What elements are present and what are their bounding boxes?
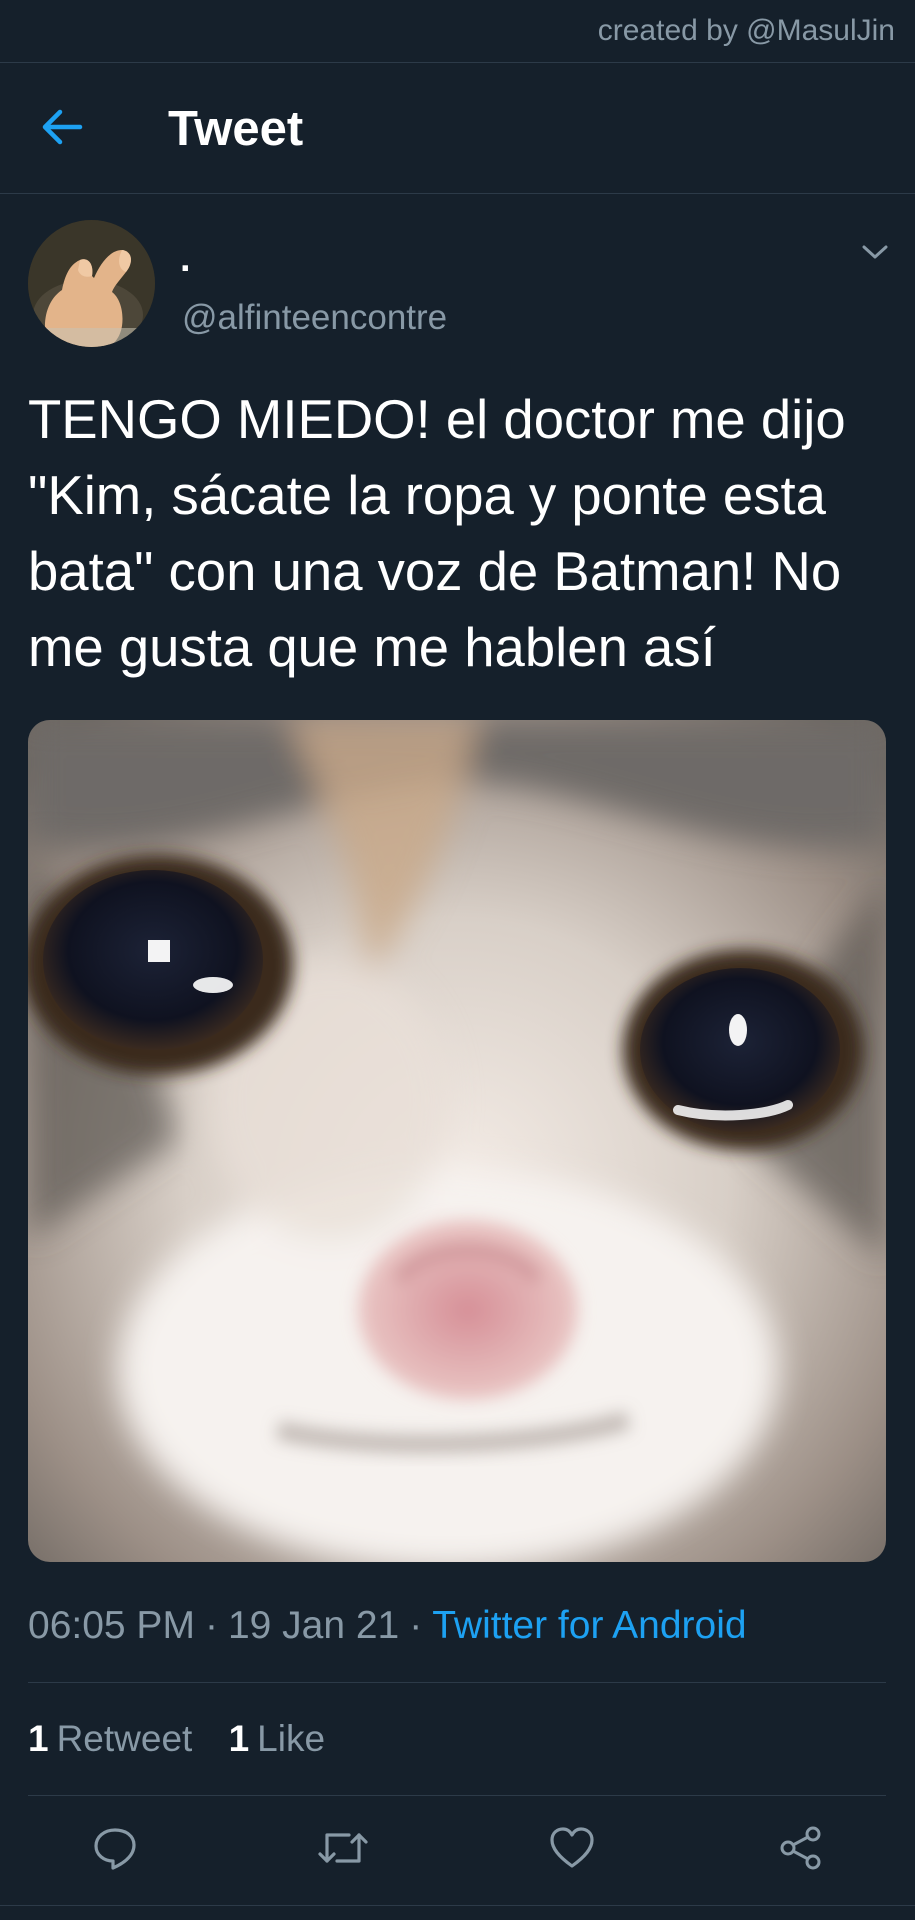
display-name[interactable]: . <box>180 238 191 281</box>
retweet-icon <box>317 1825 369 1876</box>
separator: · <box>409 1604 423 1647</box>
tweet-date: 19 Jan 21 <box>227 1604 400 1647</box>
watermark-text: created by @MasulJin <box>597 14 895 47</box>
action-bar <box>0 1810 915 1890</box>
page-title: Tweet <box>168 102 304 156</box>
avatar[interactable] <box>28 220 155 347</box>
tweet-stats: 1 Retweet 1 Like <box>28 1718 351 1760</box>
arrow-left-icon <box>40 107 84 152</box>
reply-button[interactable] <box>83 1818 147 1882</box>
share-icon <box>778 1825 824 1876</box>
tweet-text: TENGO MIEDO! el doctor me dijo "Kim, sác… <box>28 389 861 678</box>
tweet-image[interactable] <box>28 720 886 1562</box>
retweet-button[interactable] <box>311 1818 375 1882</box>
tweet-source-link[interactable]: Twitter for Android <box>432 1604 746 1647</box>
share-button[interactable] <box>769 1818 833 1882</box>
divider <box>28 1682 886 1683</box>
tweet-time: 06:05 PM <box>28 1604 195 1647</box>
like-button[interactable] <box>540 1818 604 1882</box>
watermark-bar: created by @MasulJin <box>0 0 915 63</box>
back-button[interactable] <box>32 99 92 159</box>
like-count[interactable]: 1 Like <box>229 1718 325 1759</box>
retweet-count[interactable]: 1 Retweet <box>28 1718 192 1759</box>
user-handle[interactable]: @alfinteencontre <box>182 298 447 338</box>
divider <box>28 1795 886 1796</box>
divider <box>0 1905 915 1906</box>
tweet-meta: 06:05 PM · 19 Jan 21 · Twitter for Android <box>28 1604 747 1648</box>
tweet-options-button[interactable] <box>855 236 895 272</box>
like-icon <box>548 1826 596 1875</box>
separator: · <box>204 1604 218 1647</box>
reply-icon <box>92 1825 138 1876</box>
top-app-bar: Tweet <box>0 63 915 194</box>
chevron-down-icon <box>861 243 889 266</box>
